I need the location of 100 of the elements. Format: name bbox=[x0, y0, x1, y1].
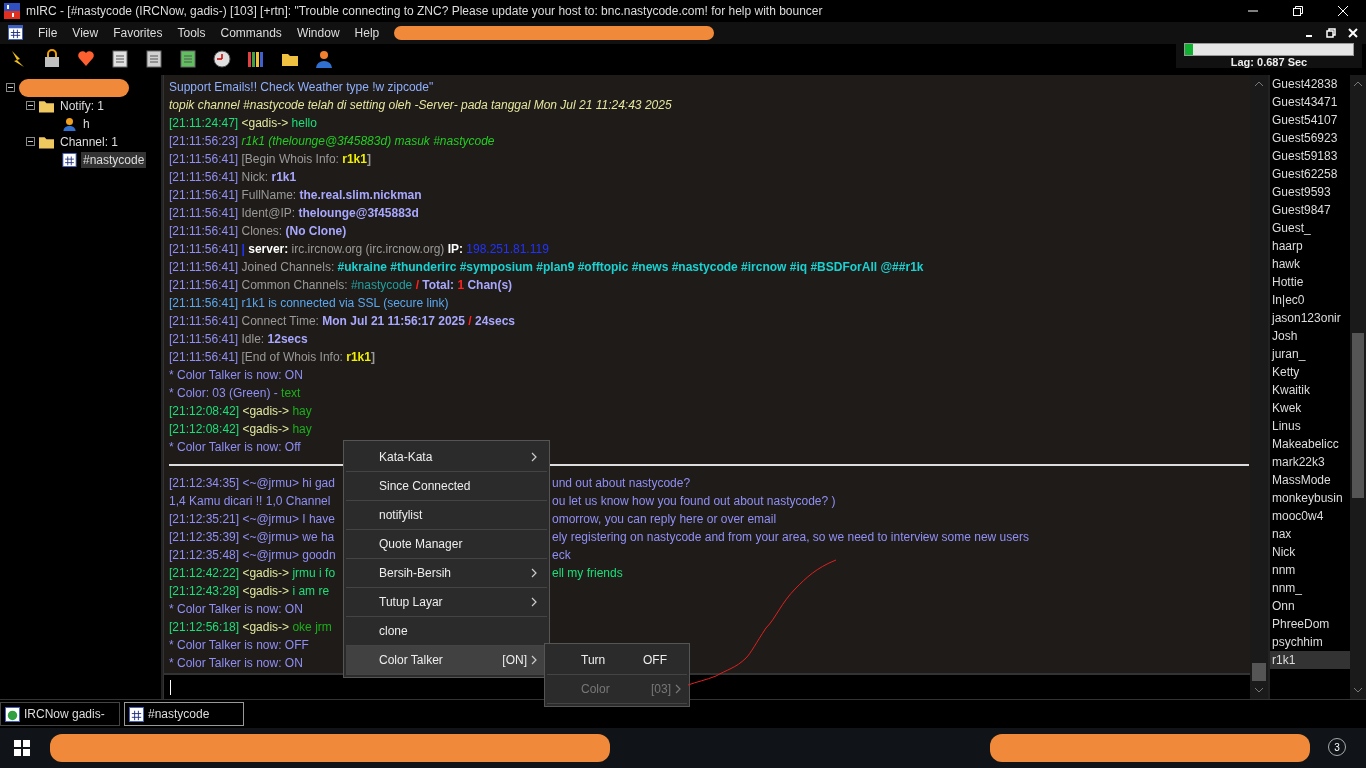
nick-item[interactable]: Guest9593 bbox=[1270, 182, 1350, 201]
menu-item[interactable]: Help bbox=[354, 25, 380, 40]
menu-item[interactable]: View bbox=[72, 25, 99, 40]
clock-icon[interactable] bbox=[212, 49, 232, 70]
nick-item[interactable]: Ketty bbox=[1270, 362, 1350, 381]
chevron-right-icon bbox=[531, 655, 537, 665]
scroll-up-icon[interactable] bbox=[1254, 80, 1264, 87]
chevron-right-icon bbox=[531, 597, 537, 607]
menu-item[interactable]: notifylist bbox=[346, 501, 547, 530]
folder-icon bbox=[39, 134, 54, 149]
menu-item[interactable]: Window bbox=[296, 25, 340, 40]
notepad-icon[interactable] bbox=[144, 49, 164, 70]
nick-item[interactable]: r1k1 bbox=[1270, 650, 1350, 669]
nick-item[interactable]: Kwaitik bbox=[1270, 380, 1350, 399]
scroll-up-icon[interactable] bbox=[1353, 80, 1363, 87]
nick-item[interactable]: nnm bbox=[1270, 560, 1350, 579]
person-icon bbox=[62, 116, 77, 131]
chat-message: [21:12:42:22] <gadis-> jrmu i fo bbox=[169, 565, 336, 580]
scrollbar[interactable] bbox=[1250, 74, 1268, 700]
nick-item[interactable]: Guest_ bbox=[1270, 218, 1350, 237]
window-icon[interactable] bbox=[110, 49, 130, 70]
chat-message: * Color Talker is now: Off bbox=[169, 439, 301, 454]
menu-item[interactable]: Since Connected bbox=[346, 472, 547, 501]
nick-item[interactable]: Guest54107 bbox=[1270, 110, 1350, 129]
menu-item[interactable]: Favorites bbox=[113, 25, 163, 40]
nick-item[interactable]: Guest62258 bbox=[1270, 164, 1350, 183]
person-icon[interactable] bbox=[314, 49, 334, 70]
channel-window-icon[interactable] bbox=[8, 25, 23, 41]
nick-item[interactable]: Guest43471 bbox=[1270, 92, 1350, 111]
chat-message: [21:12:35:21] <~@jrmu> I have bbox=[169, 511, 335, 526]
close-icon[interactable] bbox=[1338, 6, 1348, 16]
scroll-down-icon[interactable] bbox=[1353, 687, 1363, 694]
chat-message: * Color: 03 (Green) - text bbox=[169, 385, 301, 400]
nick-item[interactable]: psychhim bbox=[1270, 632, 1350, 651]
menu-item[interactable]: Commands bbox=[220, 25, 282, 40]
chat-message: [21:12:35:48] <~@jrmu> goodn bbox=[169, 547, 336, 562]
nick-item[interactable]: Guest42838 bbox=[1270, 74, 1350, 93]
collapse-icon[interactable] bbox=[26, 101, 35, 111]
nick-item[interactable]: mooc0w4 bbox=[1270, 506, 1350, 525]
chat-message: eck bbox=[552, 546, 571, 564]
windows-start-icon[interactable] bbox=[14, 740, 30, 756]
scroll-thumb[interactable] bbox=[1252, 663, 1266, 682]
menu-item[interactable]: Quote Manager bbox=[346, 530, 547, 559]
chat-message: [21:11:56:23] r1k1 (thelounge@3f45883d) masuk #nastycode bbox=[169, 133, 495, 148]
nick-item[interactable]: PhreeDom bbox=[1270, 614, 1350, 633]
nick-item[interactable]: Linus bbox=[1270, 416, 1350, 435]
chat-message: [21:11:56:41] Clones: (No Clone) bbox=[169, 223, 347, 238]
nick-item[interactable]: jason123onir bbox=[1270, 308, 1350, 327]
nick-item[interactable]: Guest56923 bbox=[1270, 128, 1350, 147]
nick-item[interactable]: juran_ bbox=[1270, 344, 1350, 363]
nick-item[interactable]: Nick bbox=[1270, 542, 1350, 561]
menu-item[interactable]: Kata-Kata bbox=[346, 443, 547, 472]
chat-message: ell my friends bbox=[552, 564, 623, 582]
restore-icon[interactable] bbox=[1293, 6, 1303, 16]
menu-item[interactable]: Bersih-Bersih bbox=[346, 559, 547, 588]
chat-message: [21:11:56:41] Common Channels: #nastycode / Total: 1 Chan(s) bbox=[169, 277, 513, 292]
close-icon[interactable] bbox=[1348, 27, 1358, 38]
menu-item[interactable]: Tutup Layar bbox=[346, 588, 547, 617]
lock-icon[interactable] bbox=[42, 49, 62, 70]
nick-item[interactable]: nnm_ bbox=[1270, 578, 1350, 597]
scroll-down-icon[interactable] bbox=[1254, 687, 1264, 694]
menu-item[interactable]: File bbox=[38, 25, 58, 40]
chat-message: [21:11:56:41] r1k1 is connected via SSL (secure link) bbox=[169, 295, 449, 310]
chat-message: [21:11:56:41] FullName: the.real.slim.nickman bbox=[169, 187, 422, 202]
nick-item[interactable]: Josh bbox=[1270, 326, 1350, 345]
nick-item[interactable]: Onn bbox=[1270, 596, 1350, 615]
window-tab[interactable]: #nastycode bbox=[124, 702, 244, 727]
nick-item[interactable]: Makeabelicc bbox=[1270, 434, 1350, 453]
restore-icon[interactable] bbox=[1326, 27, 1336, 38]
nick-item[interactable]: hawk bbox=[1270, 254, 1350, 273]
nick-item[interactable]: Hottie bbox=[1270, 272, 1350, 291]
nick-item[interactable]: Guest9847 bbox=[1270, 200, 1350, 219]
nick-item[interactable]: mark22k3 bbox=[1270, 452, 1350, 471]
menu-item[interactable]: Tools bbox=[177, 25, 206, 40]
chat-message: und out about nastycode? bbox=[552, 474, 691, 492]
collapse-icon[interactable] bbox=[6, 83, 15, 93]
channel-window-icon bbox=[129, 706, 144, 722]
nick-item[interactable]: Kwek bbox=[1270, 398, 1350, 417]
collapse-icon[interactable] bbox=[26, 137, 35, 147]
menu-item[interactable]: Color Talker [ON] bbox=[346, 646, 547, 675]
scroll-thumb[interactable] bbox=[1352, 332, 1364, 498]
nick-item[interactable]: haarp bbox=[1270, 236, 1350, 255]
chevron-right-icon bbox=[531, 568, 537, 578]
tree-item[interactable]: Channel: 1 bbox=[58, 133, 121, 150]
scrollbar[interactable] bbox=[1350, 74, 1366, 700]
tree-item[interactable]: Notify: 1 bbox=[58, 97, 106, 114]
nick-item[interactable]: MassMode bbox=[1270, 470, 1350, 489]
chat-message: * Color Talker is now: ON bbox=[169, 367, 303, 382]
menu-item[interactable]: Turn OFF bbox=[547, 646, 687, 675]
nick-item[interactable]: monkeybusin bbox=[1270, 488, 1350, 507]
nick-item[interactable]: nax bbox=[1270, 524, 1350, 543]
books-icon[interactable] bbox=[246, 49, 266, 70]
nick-item[interactable]: In|ec0 bbox=[1270, 290, 1350, 309]
tree-item[interactable]: h bbox=[81, 115, 92, 132]
tree-item[interactable]: #nastycode bbox=[81, 151, 147, 168]
chat-message: * Color Talker is now: ON bbox=[169, 655, 303, 670]
nick-item[interactable]: Guest59183 bbox=[1270, 146, 1350, 165]
chat-message: omorrow, you can reply here or over email bbox=[552, 510, 777, 528]
clipboard-icon[interactable] bbox=[178, 49, 198, 70]
window-tab[interactable]: IRCNow gadis- bbox=[0, 702, 120, 727]
